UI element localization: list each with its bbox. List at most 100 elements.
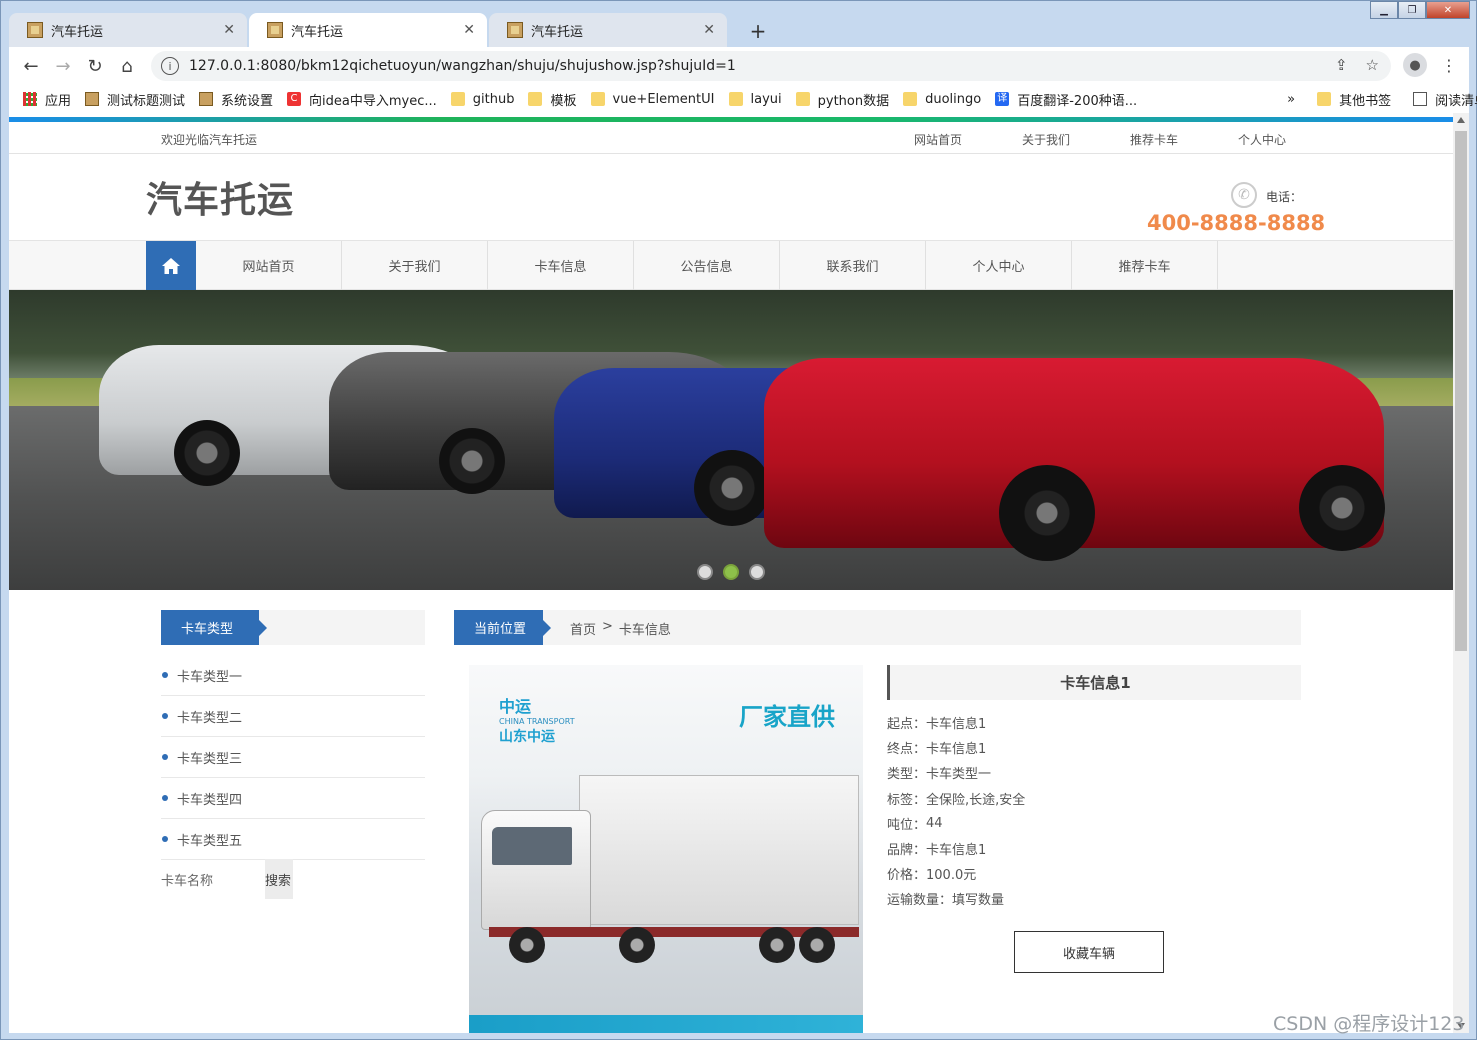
detail-row-price: 价格： 100.0元 bbox=[887, 868, 977, 884]
back-arrow-icon[interactable]: ← bbox=[15, 50, 47, 82]
nav-item-about[interactable]: 关于我们 bbox=[342, 241, 488, 290]
site-favicon-icon bbox=[507, 22, 523, 38]
favorite-vehicle-button[interactable]: 收藏车辆 bbox=[1014, 931, 1164, 973]
window-close-icon[interactable]: ✕ bbox=[1426, 1, 1470, 19]
bookmark-folder[interactable]: 模板 bbox=[528, 90, 577, 109]
folder-icon bbox=[590, 92, 605, 106]
sidebar-heading-bar: 卡车类型 bbox=[161, 610, 425, 645]
top-link-profile[interactable]: 个人中心 bbox=[1238, 131, 1346, 148]
bookmark-item[interactable]: C 向idea中导入myec... bbox=[287, 90, 437, 109]
search-button[interactable]: 搜索 bbox=[265, 859, 293, 899]
site-favicon-icon bbox=[267, 22, 283, 38]
share-icon[interactable]: ⇪ bbox=[1335, 56, 1348, 74]
home-icon[interactable]: ⌂ bbox=[111, 50, 143, 82]
csdn-watermark: CSDN @程序设计123 bbox=[1273, 1013, 1465, 1035]
page-scrollbar[interactable] bbox=[1453, 113, 1469, 1033]
top-link-about[interactable]: 关于我们 bbox=[1022, 131, 1130, 148]
bookmark-folder[interactable]: layui bbox=[728, 92, 782, 107]
new-tab-plus-icon[interactable]: + bbox=[744, 17, 772, 45]
breadcrumb-separator: > bbox=[602, 619, 613, 634]
tab-close-icon[interactable]: ✕ bbox=[463, 22, 475, 38]
folder-icon bbox=[903, 92, 918, 106]
tab-title: 汽车托运 bbox=[291, 24, 344, 40]
nav-item-home[interactable]: 网站首页 bbox=[196, 241, 342, 290]
nav-item-contact[interactable]: 联系我们 bbox=[780, 241, 926, 290]
forward-arrow-icon[interactable]: → bbox=[47, 50, 79, 82]
tab-title: 汽车托运 bbox=[51, 24, 104, 40]
category-item[interactable]: 卡车类型三 bbox=[161, 737, 425, 778]
browser-menu-icon[interactable]: ⋮ bbox=[1441, 56, 1457, 75]
carousel-dot-active[interactable] bbox=[723, 564, 739, 580]
category-item[interactable]: 卡车类型五 bbox=[161, 819, 425, 860]
bookmarks-overflow-icon[interactable]: » bbox=[1287, 92, 1295, 107]
page-viewport: 欢迎光临汽车托运 网站首页 关于我们 推荐卡车 个人中心 汽车托运 ✆ 电话： … bbox=[9, 113, 1453, 1033]
reading-list-icon bbox=[1413, 92, 1428, 106]
maximize-icon[interactable]: ❐ bbox=[1398, 1, 1426, 19]
detail-row-destination: 终点： 卡车信息1 bbox=[887, 742, 987, 758]
phone-icon: ✆ bbox=[1231, 182, 1257, 208]
reading-list[interactable]: 阅读清单 bbox=[1413, 90, 1477, 109]
bookmark-item[interactable]: 系统设置 bbox=[199, 90, 273, 109]
bookmark-folder[interactable]: duolingo bbox=[903, 92, 981, 107]
truck-cab bbox=[481, 810, 591, 930]
folder-icon bbox=[795, 92, 810, 106]
nav-home-button[interactable] bbox=[146, 241, 196, 290]
top-link-home[interactable]: 网站首页 bbox=[914, 131, 1022, 148]
tab-title: 汽车托运 bbox=[531, 24, 584, 40]
bookmark-apps[interactable]: 应用 bbox=[23, 90, 71, 109]
hero-banner-cars bbox=[9, 290, 1453, 590]
carousel-dot[interactable] bbox=[749, 564, 765, 580]
bookmark-star-icon[interactable]: ☆ bbox=[1366, 56, 1379, 74]
accent-bar bbox=[9, 117, 1453, 122]
truck-wheel bbox=[509, 927, 545, 963]
reload-icon[interactable]: ↻ bbox=[79, 50, 111, 82]
carousel-dot[interactable] bbox=[697, 564, 713, 580]
apps-grid-icon bbox=[23, 92, 37, 106]
breadcrumb-home-link[interactable]: 首页 bbox=[570, 619, 596, 638]
truck-search: 卡车名称 搜索 bbox=[161, 859, 425, 899]
browser-tab-1[interactable]: 汽车托运 ✕ bbox=[9, 13, 247, 47]
category-item[interactable]: 卡车类型一 bbox=[161, 655, 425, 696]
translate-icon: 译 bbox=[995, 92, 1010, 106]
truck-container bbox=[579, 775, 859, 925]
browser-tab-2[interactable]: 汽车托运 ✕ bbox=[249, 13, 487, 47]
search-label: 卡车名称 bbox=[161, 873, 214, 889]
folder-icon bbox=[450, 92, 465, 106]
window-controls: ▁ ❐ ✕ bbox=[1370, 1, 1470, 19]
bookmark-item[interactable]: 译百度翻译-200种语... bbox=[995, 90, 1137, 109]
site-favicon-icon bbox=[27, 22, 43, 38]
nav-item-profile[interactable]: 个人中心 bbox=[926, 241, 1072, 290]
scrollbar-thumb[interactable] bbox=[1455, 131, 1467, 651]
site-info-icon[interactable]: i bbox=[161, 57, 179, 75]
nav-item-notices[interactable]: 公告信息 bbox=[634, 241, 780, 290]
tab-close-icon[interactable]: ✕ bbox=[703, 22, 715, 38]
bookmark-item[interactable]: 测试标题测试 bbox=[85, 90, 185, 109]
nav-item-recommend[interactable]: 推荐卡车 bbox=[1072, 241, 1218, 290]
other-bookmarks[interactable]: 其他书签 bbox=[1317, 90, 1391, 109]
category-item[interactable]: 卡车类型二 bbox=[161, 696, 425, 737]
detail-row-type: 类型： 卡车类型一 bbox=[887, 767, 992, 783]
truck-title: 卡车信息1 bbox=[887, 665, 1301, 700]
browser-tab-3[interactable]: 汽车托运 ✕ bbox=[489, 13, 727, 47]
category-item[interactable]: 卡车类型四 bbox=[161, 778, 425, 819]
site-logo-title[interactable]: 汽车托运 bbox=[146, 171, 294, 223]
bookmark-folder[interactable]: github bbox=[450, 92, 514, 107]
folder-icon bbox=[728, 92, 743, 106]
bookmark-folder[interactable]: python数据 bbox=[795, 90, 889, 109]
truck-wheel bbox=[619, 927, 655, 963]
bullet-icon bbox=[162, 836, 168, 842]
minimize-icon[interactable]: ▁ bbox=[1370, 1, 1398, 19]
breadcrumb: 当前位置 首页 > 卡车信息 bbox=[454, 610, 1301, 645]
top-link-recommend[interactable]: 推荐卡车 bbox=[1130, 131, 1238, 148]
profile-avatar-icon[interactable]: ● bbox=[1403, 53, 1427, 77]
breadcrumb-heading: 当前位置 bbox=[454, 610, 551, 645]
truck-details: 起点： 卡车信息1 终点： 卡车信息1 类型： 卡车类型一 标签： 全保险,长途,安全 … bbox=[887, 710, 1301, 912]
tab-close-icon[interactable]: ✕ bbox=[223, 22, 235, 38]
category-list: 卡车类型一 卡车类型二 卡车类型三 卡车类型四 卡车类型五 bbox=[161, 655, 425, 860]
address-bar[interactable]: i 127.0.0.1:8080/bkm12qichetuoyun/wangzh… bbox=[151, 51, 1391, 81]
sidebar-heading: 卡车类型 bbox=[161, 610, 267, 645]
scroll-up-icon[interactable] bbox=[1457, 117, 1465, 123]
detail-row-tonnage: 吨位： 44 bbox=[887, 815, 943, 833]
bookmark-folder[interactable]: vue+ElementUI bbox=[590, 92, 715, 107]
nav-item-trucks[interactable]: 卡车信息 bbox=[488, 241, 634, 290]
